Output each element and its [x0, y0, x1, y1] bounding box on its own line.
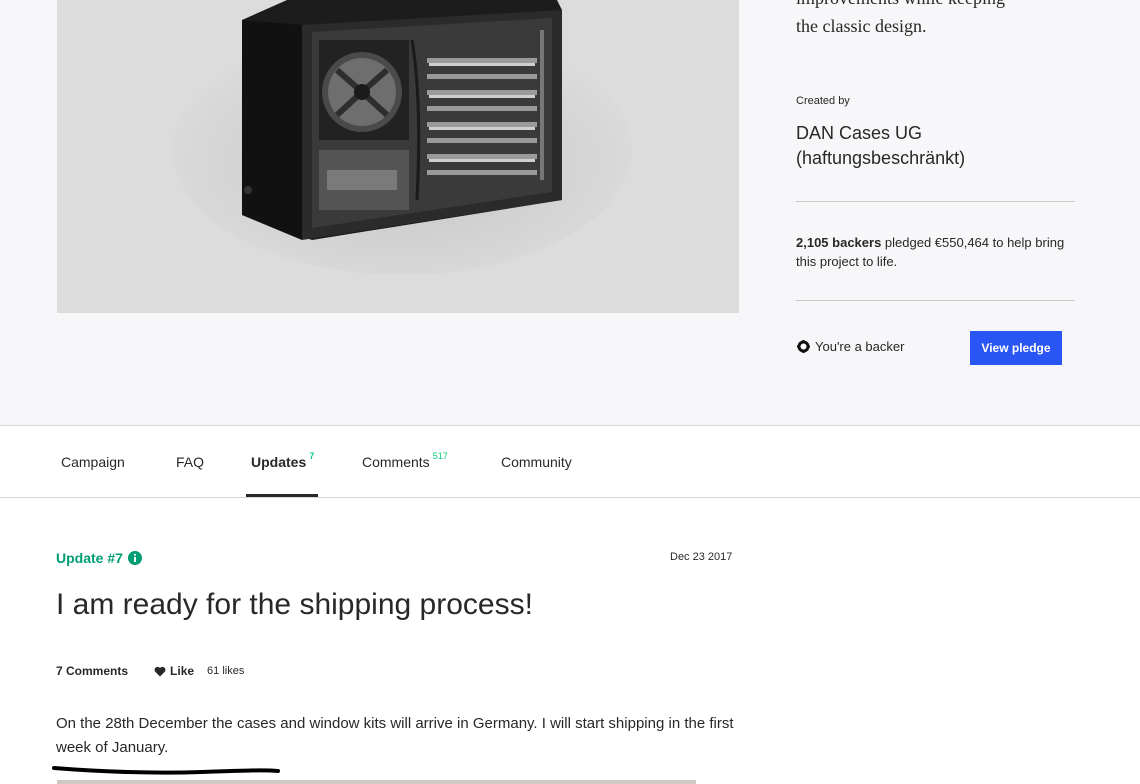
- project-tabs: Campaign FAQ Updates 7 Comments 517 Commun…: [0, 425, 1140, 498]
- pc-case-illustration: [172, 0, 632, 275]
- handwritten-underline-mark: [52, 766, 280, 775]
- update-meta-row: 7 Comments Like 61 likes: [56, 664, 244, 678]
- active-tab-indicator: [246, 494, 318, 497]
- like-button[interactable]: Like: [154, 664, 194, 678]
- project-image[interactable]: [57, 0, 739, 313]
- tab-faq-label: FAQ: [176, 453, 205, 470]
- tab-updates[interactable]: Updates 7: [251, 426, 314, 497]
- update-number: Update #7: [56, 550, 123, 566]
- backers-count: 2,105 backers: [796, 235, 882, 250]
- update-number-label[interactable]: Update #7: [56, 550, 142, 566]
- update-body: On the 28th December the cases and windo…: [56, 715, 734, 756]
- comments-link[interactable]: 7 Comments: [56, 664, 128, 678]
- tab-comments-label: Comments: [362, 453, 430, 470]
- update-date: Dec 23 2017: [670, 551, 733, 563]
- tab-community-label: Community: [501, 453, 572, 470]
- tab-updates-label: Updates: [251, 453, 307, 470]
- divider: [796, 201, 1075, 202]
- divider: [796, 300, 1075, 301]
- project-blurb: the classic design.: [796, 16, 927, 36]
- info-icon[interactable]: [127, 551, 142, 565]
- project-hero: improvements while keeping the classic d…: [0, 0, 1140, 425]
- backer-status: You're a backer: [797, 339, 904, 354]
- creator-name-link[interactable]: DAN Cases UG (haftungsbeschränkt): [796, 121, 1056, 171]
- tab-community[interactable]: Community: [501, 426, 572, 497]
- tab-faq[interactable]: FAQ: [176, 426, 204, 497]
- backer-status-label: You're a backer: [815, 339, 905, 354]
- update-title: I am ready for the shipping process!: [56, 588, 533, 621]
- update-image-top-edge: [57, 780, 696, 784]
- likes-count: 61 likes: [207, 665, 245, 677]
- tab-updates-count: 7: [309, 450, 315, 461]
- project-blurb-truncated: improvements while keeping: [796, 0, 1005, 9]
- tab-comments-count: 517: [432, 450, 448, 461]
- tab-comments[interactable]: Comments 517: [362, 426, 448, 497]
- tab-campaign-label: Campaign: [61, 453, 125, 470]
- like-label: Like: [170, 664, 195, 678]
- backer-badge-icon: [797, 340, 810, 353]
- heart-icon: [154, 666, 166, 677]
- backers-summary: 2,105 backers pledged €550,464 to help b…: [796, 233, 1076, 271]
- tab-campaign[interactable]: Campaign: [61, 426, 125, 497]
- created-by-label: Created by: [796, 95, 850, 107]
- view-pledge-button[interactable]: View pledge: [970, 331, 1062, 365]
